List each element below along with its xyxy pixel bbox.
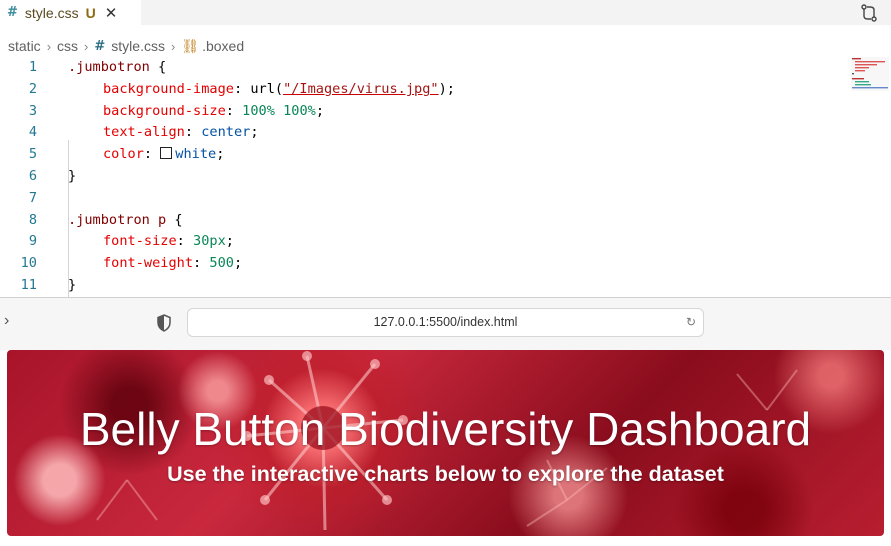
line-number: 11 <box>20 277 37 293</box>
jumbotron-hero: Belly Button Biodiversity Dashboard Use … <box>7 350 884 536</box>
sidebar-toggle-chevron-icon[interactable]: › <box>4 312 9 330</box>
editor-tab-bar: # style.css U ✕ <box>0 0 891 25</box>
breadcrumb-static[interactable]: static <box>8 38 41 54</box>
color-swatch-icon[interactable] <box>160 147 173 159</box>
code-line-4: text-align: center; <box>103 124 259 140</box>
code-line-11: } <box>68 277 77 293</box>
line-number: 5 <box>28 146 37 162</box>
code-line-8: .jumbotron p { <box>68 212 183 228</box>
css-selector-icon: ⛓ <box>181 37 200 54</box>
source-control-compare-icon[interactable] <box>859 3 879 23</box>
address-bar[interactable]: 127.0.0.1:5500/index.html ↻ <box>187 308 704 337</box>
css-hash-icon: # <box>7 5 18 20</box>
line-number: 1 <box>28 59 37 75</box>
chevron-right-icon: › <box>46 38 52 54</box>
line-number: 4 <box>28 124 37 140</box>
line-number: 10 <box>20 255 37 271</box>
reload-icon[interactable]: ↻ <box>686 315 696 329</box>
line-number: 8 <box>28 212 37 228</box>
close-tab-icon[interactable]: ✕ <box>105 4 118 22</box>
minimap[interactable] <box>851 57 889 91</box>
line-number: 6 <box>28 168 37 184</box>
chevron-right-icon: › <box>170 38 176 54</box>
breadcrumb-style-css[interactable]: style.css <box>111 38 165 54</box>
editor-tab-style-css[interactable]: # style.css U ✕ <box>0 0 141 25</box>
code-line-3: background-size: 100% 100%; <box>103 103 325 119</box>
code-line-9: font-size: 30px; <box>103 233 234 249</box>
shield-icon[interactable] <box>156 314 172 332</box>
code-line-10: font-weight: 500; <box>103 255 243 271</box>
tab-filename: style.css <box>24 4 79 21</box>
breadcrumb: static › css › # style.css › ⛓ .boxed <box>0 36 244 56</box>
code-line-2: background-image: url("/Images/virus.jpg… <box>103 81 455 97</box>
dashboard-subtitle: Use the interactive charts below to expl… <box>167 462 724 486</box>
line-number: 3 <box>28 103 37 119</box>
browser-toolbar: › 127.0.0.1:5500/index.html ↻ <box>0 297 891 350</box>
breadcrumb-boxed[interactable]: .boxed <box>202 38 244 54</box>
breadcrumb-css[interactable]: css <box>57 38 78 54</box>
line-number: 9 <box>28 233 37 249</box>
line-number: 2 <box>28 81 37 97</box>
chevron-right-icon: › <box>84 38 89 54</box>
untracked-status-badge: U <box>85 4 96 21</box>
web-page: Belly Button Biodiversity Dashboard Use … <box>0 350 891 546</box>
dashboard-title: Belly Button Biodiversity Dashboard <box>79 403 812 455</box>
url-text: 127.0.0.1:5500/index.html <box>373 315 518 329</box>
code-line-5: color: white; <box>103 146 225 162</box>
css-hash-icon: # <box>94 38 106 54</box>
line-number: 7 <box>28 190 37 206</box>
code-line-1: .jumbotron { <box>68 59 167 75</box>
code-line-6: } <box>68 168 77 184</box>
